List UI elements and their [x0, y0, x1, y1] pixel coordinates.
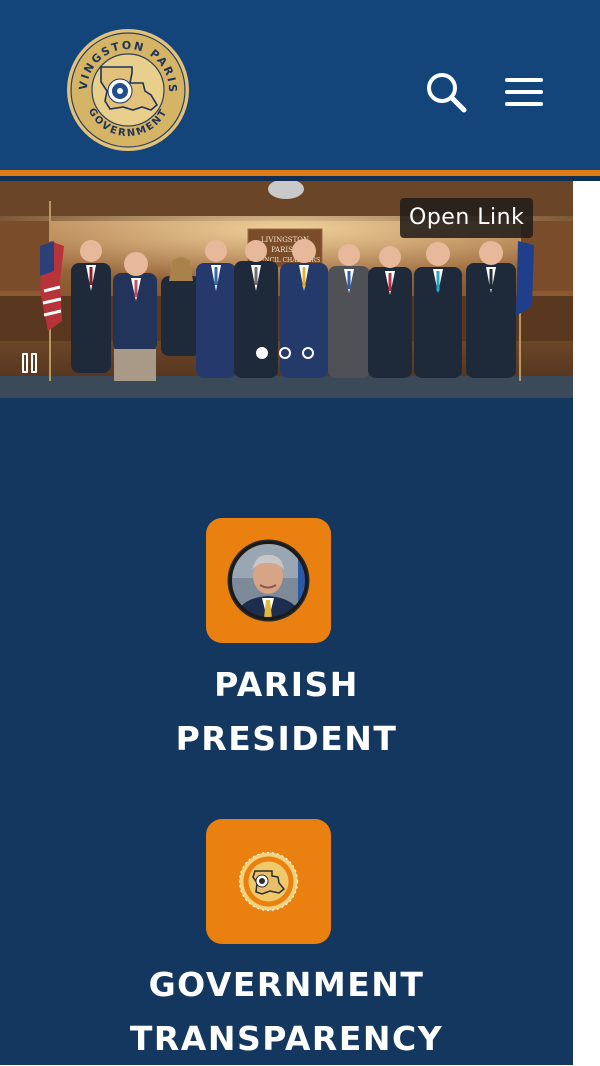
slider-pagination: [254, 347, 326, 363]
slide-dot-2[interactable]: [279, 347, 291, 359]
parish-president-portrait: [227, 539, 310, 622]
parish-president-label[interactable]: PARISH PRESIDENT: [0, 658, 573, 766]
government-transparency-label-line-1: GOVERNMENT: [148, 965, 425, 1004]
parish-president-label-line-1: PARISH: [214, 665, 359, 704]
parish-president-label-line-2: PRESIDENT: [175, 719, 398, 758]
parish-logo[interactable]: LIVINGSTON PARISH GOVERNMENT: [59, 17, 191, 153]
parish-seal-icon: LIVINGSTON PARISH GOVERNMENT: [59, 17, 189, 151]
page-right-gutter: [573, 181, 600, 1065]
search-icon: [427, 73, 467, 113]
slide-dot-1[interactable]: [256, 347, 268, 359]
hamburger-menu-icon: [505, 78, 543, 106]
government-transparency-label[interactable]: GOVERNMENT TRANSPARENCY: [0, 958, 573, 1066]
site-header: LIVINGSTON PARISH GOVERNMENT: [0, 0, 600, 170]
open-link-button[interactable]: Open Link: [400, 198, 534, 238]
slide-dot-3[interactable]: [302, 347, 314, 359]
menu-button[interactable]: [503, 72, 547, 112]
search-button[interactable]: [424, 70, 468, 114]
parish-president-tile[interactable]: [206, 518, 331, 643]
government-transparency-label-line-2: TRANSPARENCY: [129, 1019, 444, 1058]
transparency-seal-icon: [238, 851, 299, 912]
pause-icon[interactable]: [22, 353, 42, 375]
government-transparency-tile[interactable]: [206, 819, 331, 944]
